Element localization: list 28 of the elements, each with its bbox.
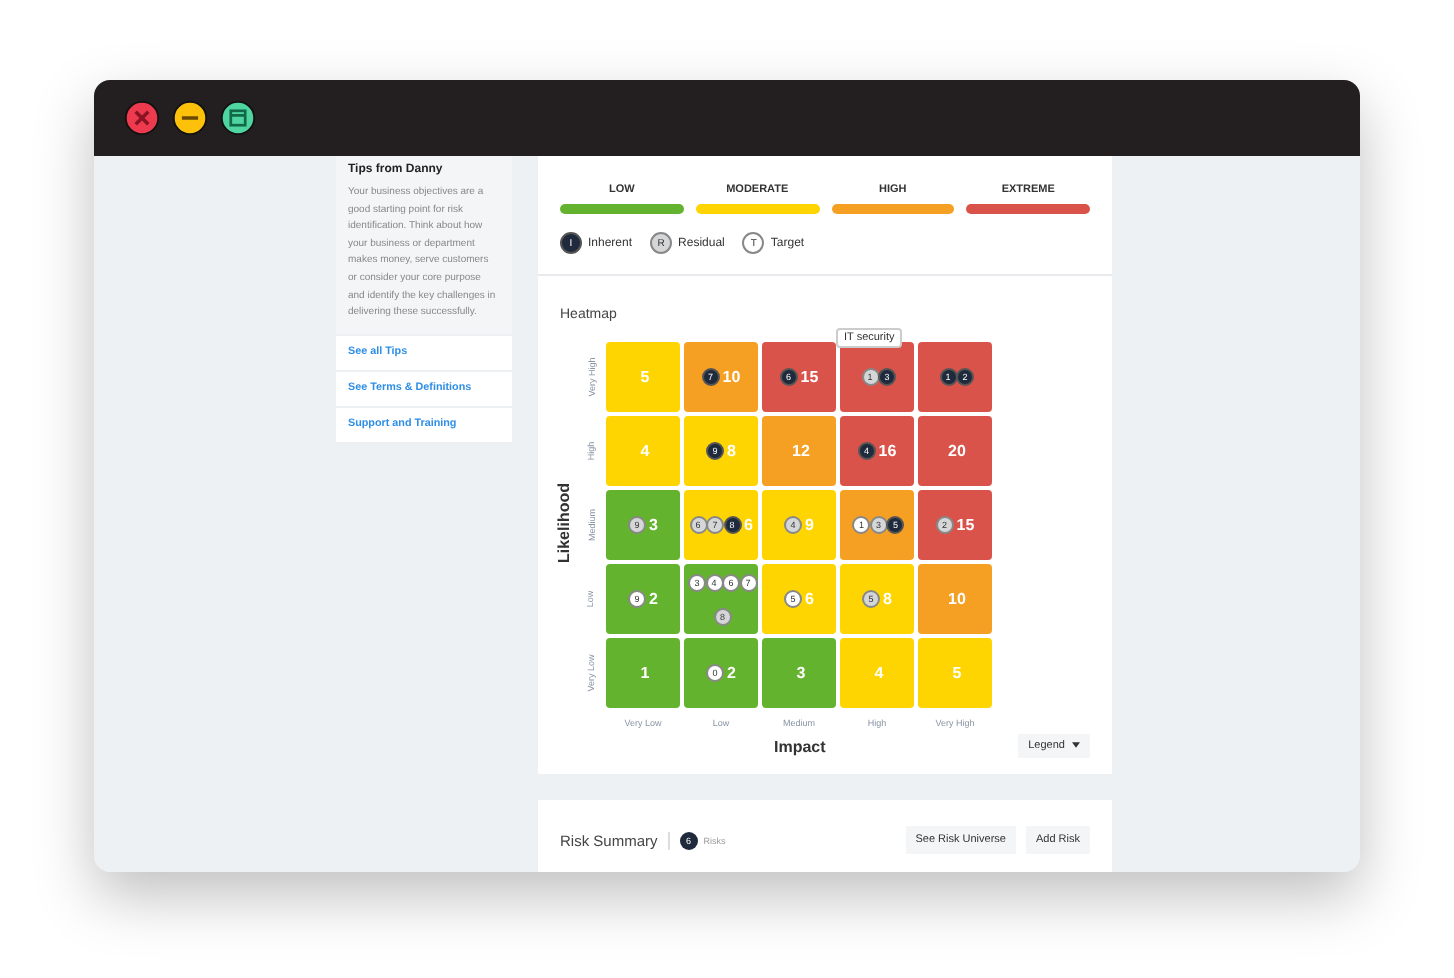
cell-score: 20: [948, 442, 966, 460]
x-axis-label: Impact: [774, 737, 826, 755]
cell-score: 1: [640, 664, 650, 682]
cell-score: 15: [800, 368, 819, 386]
cell-score: 16: [878, 442, 897, 460]
y-axis-label: Likelihood: [555, 483, 573, 563]
cell-score: 2: [727, 664, 736, 682]
cell-score: 15: [956, 516, 975, 534]
caret-icon: [1072, 742, 1080, 748]
cell-score: 8: [727, 442, 736, 460]
cell-score: 3: [796, 664, 806, 682]
cell-score: 10: [722, 368, 741, 386]
cell-score: 5: [640, 368, 650, 386]
cell-score: 10: [948, 590, 966, 608]
maximize-icon[interactable]: [220, 100, 256, 136]
cell-score: 8: [883, 590, 892, 608]
minimize-icon[interactable]: [172, 100, 208, 136]
cell-score: 6: [744, 516, 753, 534]
cell-score: 3: [649, 516, 658, 534]
close-icon[interactable]: [124, 100, 160, 136]
cell-score: 5: [952, 664, 962, 682]
cell-score: 9: [805, 516, 814, 534]
cell-score: 4: [640, 442, 650, 460]
cell-score: 2: [649, 590, 658, 608]
cell-score: 4: [874, 664, 884, 682]
cell-score: 12: [792, 442, 810, 460]
heatmap-cell[interactable]: 20: [918, 416, 992, 486]
cell-score: 6: [805, 590, 814, 608]
